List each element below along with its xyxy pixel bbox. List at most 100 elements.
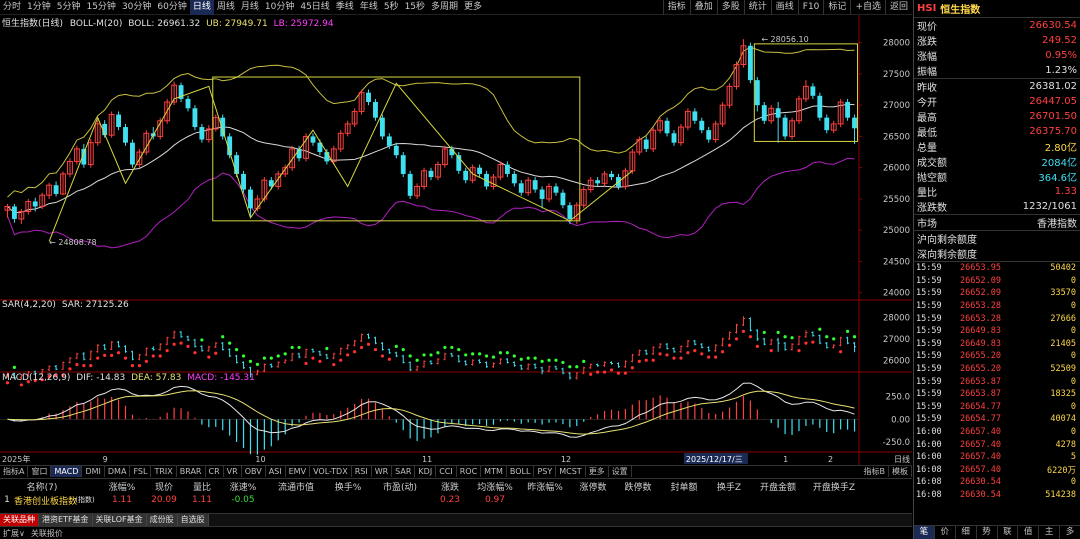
tool-button[interactable]: F10 (797, 0, 824, 15)
indicator-tab-right[interactable]: 模板 (889, 466, 912, 477)
macd-y-tick-label: -250.0 (883, 438, 910, 448)
column-header[interactable]: 涨幅% (100, 480, 144, 493)
indicator-tab[interactable]: BRAR (177, 466, 206, 477)
indicator-tab[interactable]: RSI (352, 466, 372, 477)
column-header[interactable]: 开盘金额 (750, 480, 806, 493)
column-header[interactable]: 涨停数 (570, 480, 616, 493)
tool-button[interactable]: 统计 (743, 0, 771, 15)
table-row[interactable]: 1 香港创业板指数 (指数) 1.11 20.09 1.11 -0.05 0.23 0.97 (0, 493, 912, 507)
tool-button[interactable]: 画线 (770, 0, 798, 15)
period-tab[interactable]: 10分钟 (262, 0, 297, 15)
indicator-tab[interactable]: FSL (130, 466, 152, 477)
tool-button[interactable]: 标记 (823, 0, 850, 15)
period-tab[interactable]: 多周期 (428, 0, 461, 15)
tick-price: 26630.54 (960, 477, 1001, 488)
period-tab[interactable]: 更多 (461, 0, 485, 15)
column-header[interactable]: 开盘换手Z (806, 480, 862, 493)
indicator-tab[interactable]: 窗口 (28, 466, 52, 477)
indicator-tab[interactable]: SAR (392, 466, 416, 477)
quote-panel-tab[interactable]: 主 (1039, 526, 1061, 539)
period-tab[interactable]: 5分钟 (54, 0, 84, 15)
indicator-tab[interactable]: 指标A (0, 466, 29, 477)
indicator-tab[interactable]: ASI (266, 466, 286, 477)
indicator-tab[interactable]: OBV (242, 466, 266, 477)
column-header[interactable]: 现价 (144, 480, 184, 493)
status-item[interactable]: 关联报价 (28, 528, 66, 539)
column-header[interactable]: 市盈(动) (370, 480, 430, 493)
indicator-tab[interactable]: CR (206, 466, 224, 477)
related-tab[interactable]: 关联LOF基金 (92, 514, 147, 526)
indicator-tab[interactable]: PSY (534, 466, 557, 477)
period-tab[interactable]: 月线 (238, 0, 262, 15)
tick-price: 26654.77 (960, 414, 1001, 425)
quote-panel-tab[interactable]: 联 (998, 526, 1019, 539)
period-tab[interactable]: 日线 (189, 0, 214, 15)
sar-dot (366, 342, 371, 346)
candle-body-down (671, 133, 677, 143)
column-header[interactable]: 名称(7) (14, 480, 70, 493)
period-tab[interactable]: 45日线 (297, 0, 332, 15)
related-tab[interactable]: 成份股 (146, 514, 178, 526)
indicator-tab[interactable]: ROC (457, 466, 482, 477)
related-tab[interactable]: 关联品种 (0, 514, 39, 526)
indicator-tab[interactable]: 设置 (609, 466, 632, 477)
quote-panel-tab[interactable]: 笔 (914, 526, 935, 539)
quote-label: 抛空额 (917, 173, 947, 184)
period-tab[interactable]: 15分钟 (83, 0, 118, 15)
indicator-tab[interactable]: MACD (51, 466, 83, 477)
column-header[interactable]: 量比 (184, 480, 220, 493)
kline-chart-svg[interactable]: 28000 27500 27000 26500 26000 25500 25000 24500… (0, 15, 912, 465)
tool-button[interactable]: 指标 (662, 0, 690, 15)
chart-area[interactable]: 28000 27500 27000 26500 26000 25500 25000 24500… (0, 15, 912, 465)
quote-panel-tab[interactable]: 价 (935, 526, 956, 539)
indicator-tab[interactable]: KDJ (415, 466, 437, 477)
quote-label: 振幅 (917, 67, 937, 78)
period-tab[interactable]: 5秒 (381, 0, 402, 15)
quote-row: 振幅 1.23% (914, 63, 1080, 78)
indicator-tab-right[interactable]: 指标B (861, 466, 889, 477)
indicator-tab[interactable]: VOL-TDX (310, 466, 352, 477)
sar-dot (623, 371, 628, 375)
tool-button[interactable]: +自选 (850, 0, 885, 15)
period-tab[interactable]: 季线 (333, 0, 357, 15)
related-tab[interactable]: 港资ETF基金 (39, 514, 93, 526)
tool-button[interactable]: 叠加 (689, 0, 717, 15)
indicator-tab[interactable]: 更多 (586, 466, 609, 477)
related-tab[interactable]: 自选股 (177, 514, 209, 526)
boll-ub-value: UB: 27949.71 (206, 19, 268, 29)
indicator-tab[interactable]: BOLL (507, 466, 535, 477)
indicator-tab[interactable]: WR (372, 466, 393, 477)
column-header[interactable]: 涨速% (220, 480, 266, 493)
column-header[interactable]: 封单额 (660, 480, 708, 493)
period-tab[interactable]: 分时 (0, 0, 24, 15)
column-header[interactable]: 均涨幅% (470, 480, 520, 493)
tool-button[interactable]: 多股 (716, 0, 744, 15)
period-tab[interactable]: 周线 (214, 0, 238, 15)
column-header[interactable]: 流通市值 (266, 480, 326, 493)
column-header[interactable]: 跌停数 (616, 480, 660, 493)
column-header[interactable]: 换手Z (708, 480, 750, 493)
column-header[interactable]: 涨跌 (430, 480, 470, 493)
period-tab[interactable]: 1分钟 (24, 0, 54, 15)
period-tab[interactable]: 60分钟 (154, 0, 189, 15)
indicator-tab[interactable]: VR (224, 466, 242, 477)
tool-button[interactable]: 返回 (884, 0, 912, 15)
quote-panel-tab[interactable]: 多 (1060, 526, 1080, 539)
indicator-tab[interactable]: DMI (82, 466, 105, 477)
indicator-tab[interactable]: MTM (481, 466, 507, 477)
quote-panel-tab[interactable]: 势 (977, 526, 998, 539)
indicator-tab[interactable]: CCI (436, 466, 457, 477)
indicator-tab[interactable]: DMA (105, 466, 131, 477)
period-tab[interactable]: 30分钟 (119, 0, 154, 15)
quote-panel-tab[interactable]: 值 (1018, 526, 1040, 539)
column-header[interactable]: 昨涨幅% (520, 480, 570, 493)
status-item[interactable]: 扩展∨ (0, 528, 28, 539)
indicator-tab[interactable]: MCST (556, 466, 586, 477)
period-tab[interactable]: 年线 (357, 0, 381, 15)
quote-panel-tab[interactable]: 细 (956, 526, 977, 539)
indicator-tab[interactable]: EMV (286, 466, 311, 477)
tick-time: 15:59 (916, 364, 942, 375)
column-header[interactable]: 换手% (326, 480, 370, 493)
period-tab[interactable]: 15秒 (402, 0, 428, 15)
indicator-tab[interactable]: TRIX (151, 466, 177, 477)
